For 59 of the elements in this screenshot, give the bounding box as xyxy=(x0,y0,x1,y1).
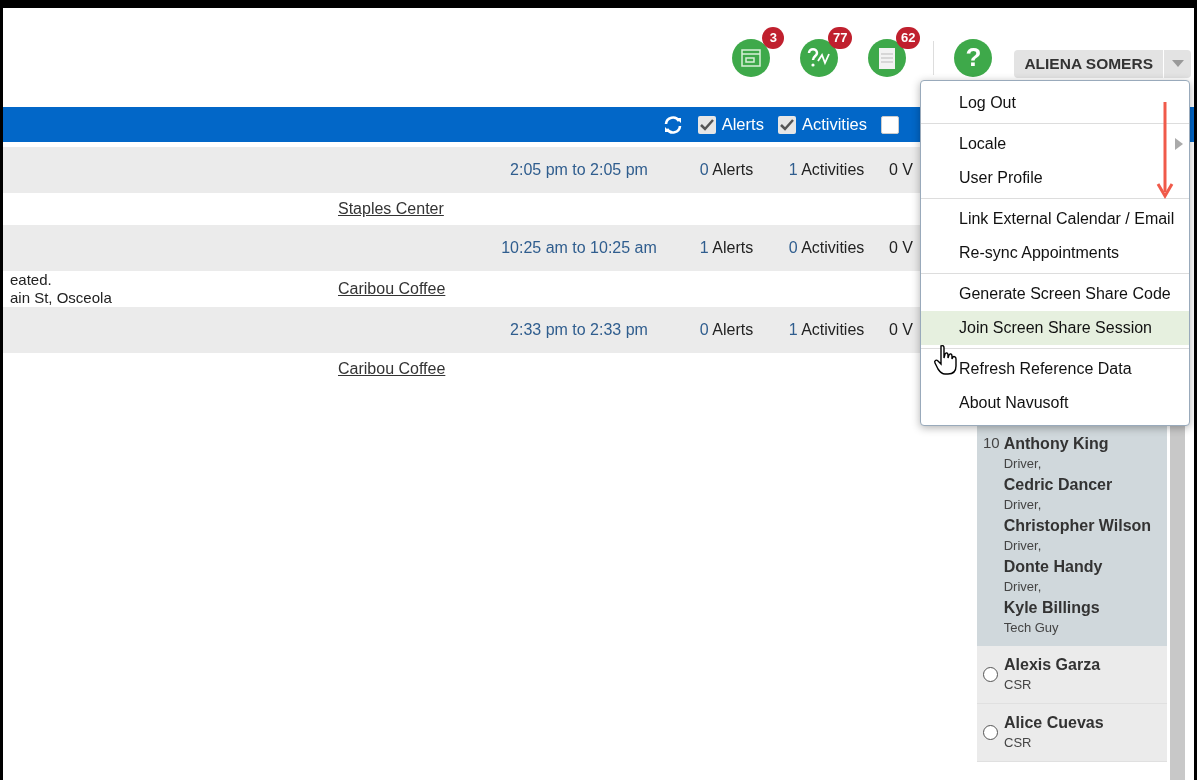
note-text: eated. ain St, Osceola xyxy=(9,271,113,307)
person-role: Driver, xyxy=(1003,578,1043,596)
person-name: Cedric Dancer xyxy=(1003,475,1114,495)
hand-cursor-icon xyxy=(933,344,959,376)
filter-checkbox[interactable]: Alerts xyxy=(697,112,764,137)
menu-item[interactable]: Join Screen Share Session xyxy=(921,311,1189,345)
table-cell-text: 0 V xyxy=(889,160,913,180)
count-badge: 77 xyxy=(827,26,853,49)
group-item[interactable]: 10 Anthony King Driver, Cedric Dancer Driver, Christopher Wilson Driver, Donte Handy Driver, Kyle Billings Tech Guy xyxy=(977,425,1167,646)
filter-checkbox[interactable]: Activities xyxy=(777,112,867,137)
menu-item[interactable]: Re-sync Appointments xyxy=(921,236,1189,270)
group-count: 10 xyxy=(983,433,1000,453)
menu-item[interactable]: About Navusoft xyxy=(921,386,1189,420)
person-role: Driver, xyxy=(1003,455,1043,473)
alerts-count: 1 Alerts xyxy=(698,238,755,258)
time-range: 10:25 am to 10:25 am xyxy=(500,238,658,258)
person-name: Christopher Wilson xyxy=(1003,516,1153,536)
table-cell-text: 0 V xyxy=(889,238,913,258)
menu-item[interactable]: User Profile xyxy=(921,161,1189,195)
count-badge: 3 xyxy=(762,26,785,49)
time-range: 2:05 pm to 2:05 pm xyxy=(509,160,649,180)
person-role: Driver, xyxy=(1003,537,1043,555)
appointment-row[interactable]: 2:33 pm to 2:33 pm 0 Alerts 1 Activities 0 V xyxy=(3,307,923,353)
table-cell-text: 0 V xyxy=(889,320,913,340)
person-name: Donte Handy xyxy=(1003,557,1104,577)
menu-item[interactable]: Link External Calendar / Email xyxy=(921,202,1189,236)
caret-icon xyxy=(1171,60,1184,68)
checkmark-icon xyxy=(779,118,794,131)
menu-item[interactable]: Generate Screen Share Code xyxy=(921,277,1189,311)
menu-item[interactable]: Refresh Reference Data xyxy=(921,352,1189,386)
person-role: Tech Guy xyxy=(1003,619,1060,637)
activities-count: 0 Activities xyxy=(787,238,866,258)
person-name: Kyle Billings xyxy=(1003,598,1101,618)
user-menu-button[interactable]: ALIENA SOMERS xyxy=(1014,50,1191,78)
count-badge: 62 xyxy=(895,26,921,49)
alerts-count: 0 Alerts xyxy=(698,160,755,180)
location-link[interactable]: Staples Center xyxy=(338,197,444,221)
checkbox[interactable] xyxy=(881,115,899,134)
person-name: Anthony King xyxy=(1003,434,1110,454)
calendar-icon[interactable] xyxy=(732,38,771,77)
person-role: CSR xyxy=(1004,676,1033,694)
person-role: CSR xyxy=(1004,734,1033,752)
person-name: Alexis Garza xyxy=(1004,655,1101,675)
radio-button[interactable] xyxy=(983,725,998,740)
appointment-row[interactable]: 2:05 pm to 2:05 pm 0 Alerts 1 Activities 0 V xyxy=(3,147,923,193)
activities-count: 1 Activities xyxy=(787,320,866,340)
location-link[interactable]: Caribou Coffee xyxy=(338,277,446,301)
person-role: Driver, xyxy=(1003,496,1043,514)
alerts-count: 0 Alerts xyxy=(698,320,755,340)
activities-count: 1 Activities xyxy=(787,160,866,180)
person-name: Alice Cuevas xyxy=(1004,713,1104,733)
appointment-row[interactable]: 10:25 am to 10:25 am 1 Alerts 0 Activities 0 V xyxy=(3,225,923,271)
menu-item[interactable]: Log Out xyxy=(921,86,1189,120)
scrollbar[interactable] xyxy=(1170,425,1185,780)
time-range: 2:33 pm to 2:33 pm xyxy=(509,320,649,340)
radio-button[interactable] xyxy=(983,667,998,682)
checkmark-icon xyxy=(699,118,714,131)
menu-item[interactable]: Locale xyxy=(921,127,1189,161)
location-link[interactable]: Caribou Coffee xyxy=(338,357,446,381)
